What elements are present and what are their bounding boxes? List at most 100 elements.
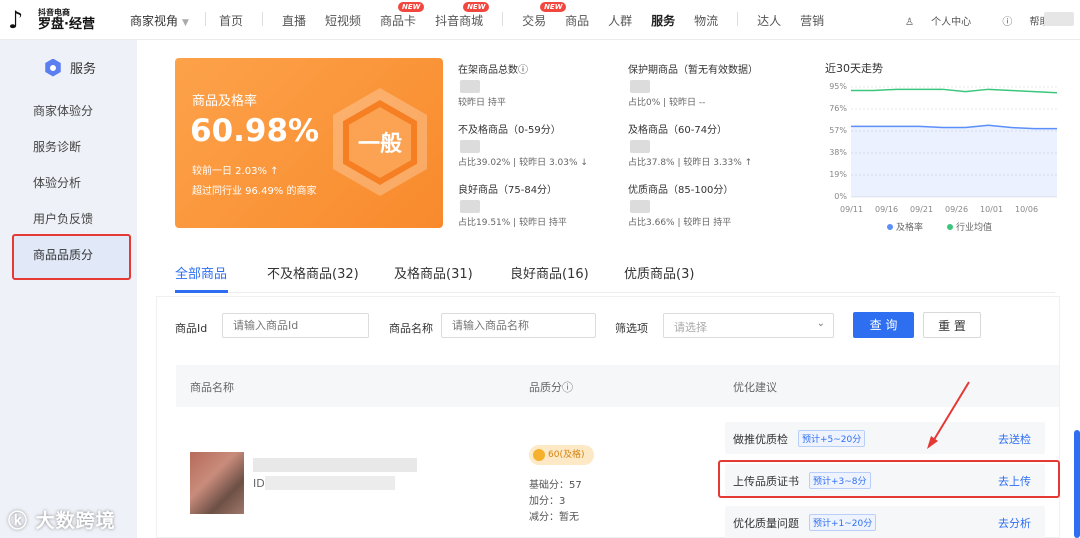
col-suggestions: 优化建议 [733,381,777,394]
series-area [851,125,1057,197]
blurred-value [460,140,480,153]
sidebar-item-product-quality-score[interactable]: 商品品质分 [12,234,131,280]
estimate-tag: 预计+1~20分 [809,514,877,531]
query-button[interactable]: 查 询 [853,312,914,338]
smile-icon [533,448,545,461]
pass-rate-title: 商品及格率 [192,94,258,109]
sidebar: 服务 商家体验分 服务诊断 体验分析 用户负反馈 商品品质分 [0,40,137,538]
quality-score-badge: 60(及格) [529,445,595,465]
main-content: 商品及格率 60.98% 较前一日 2.03% ↑ 超过同行业 96.49% 的… [137,40,1080,538]
highlight-box [718,460,1060,498]
watermark: ⓚ 大数跨境 [8,510,116,532]
tab-good[interactable]: 良好商品(16) [510,263,589,282]
product-tabs: 全部商品 不及格商品(32) 及格商品(31) 良好商品(16) 优质商品(3) [175,260,1055,293]
nav-logistics[interactable]: 物流 [694,12,718,29]
info-icon: ⓘ [1002,17,1013,28]
x-tick: 09/26 [945,205,969,214]
suggestion-text: 优化质量问题 [733,517,799,530]
pass-rate-change: 较前一日 2.03% ↑ [192,166,279,177]
nav-product-card[interactable]: 商品卡 NEW [380,2,425,29]
series-line-industry-avg [851,88,1058,94]
blurred-value [630,140,650,153]
personal-center-link[interactable]: ♙ 个人中心 [905,17,985,28]
tab-excellent[interactable]: 优质商品(3) [624,263,694,282]
nav-service[interactable]: 服务 [651,12,675,29]
account-name-blurred[interactable] [1044,12,1074,26]
logo-small-text: 抖音电商 [38,8,70,17]
product-name-input[interactable] [441,313,596,338]
scrollbar[interactable] [1074,430,1080,538]
sidebar-item-experience-score[interactable]: 商家体验分 [33,102,93,119]
bonus-score: 加分：3 [529,496,566,507]
nav-audience[interactable]: 人群 [608,12,632,29]
main-nav: 首页 直播 短视频 商品卡 NEW 抖音商城 NEW 交易 NEW 商品 人群 服务 … [219,2,843,29]
caret-down-icon: ▼ [182,18,189,28]
nav-live[interactable]: 直播 [282,12,306,29]
filter-select[interactable]: 请选择 ⌄ [663,313,834,338]
perspective-dropdown[interactable]: 商家视角 ▼ [130,12,189,29]
tab-all[interactable]: 全部商品 [175,263,227,282]
product-name-label: 商品名称 [389,322,433,335]
level-label: 一般 [357,132,402,157]
legend-industry-avg[interactable]: 行业均值 [947,220,992,233]
divider [205,12,206,26]
douyin-icon: ♪ [8,6,24,34]
stat-good: 良好商品（75-84分） 占比19.51% | 较昨日 持平 [458,185,567,228]
product-thumbnail[interactable] [190,452,244,514]
deduction-score: 减分：暂无 [529,512,579,523]
pass-rate-card: 商品及格率 60.98% 较前一日 2.03% ↑ 超过同行业 96.49% 的… [175,58,443,228]
nav-mall[interactable]: 抖音商城 NEW [435,2,490,29]
perspective-label: 商家视角 [130,14,179,28]
sidebar-item-service-diagnosis[interactable]: 服务诊断 [33,138,81,155]
x-tick: 09/16 [875,205,899,214]
new-badge: NEW [540,2,567,12]
pass-rate-value: 60.98% [190,113,320,149]
product-id-blurred [265,476,395,490]
tab-passed[interactable]: 及格商品(31) [394,263,473,282]
new-badge: NEW [398,2,425,12]
x-tick: 10/06 [1015,205,1039,214]
x-tick: 09/11 [840,205,864,214]
sidebar-item-negative-feedback[interactable]: 用户负反馈 [33,210,93,227]
estimate-tag: 预计+5~20分 [798,430,866,447]
nav-marketing[interactable]: 营销 [800,12,824,29]
stat-failed: 不及格商品（0-59分） 占比39.02% | 较昨日 3.03% ↓ [458,125,588,168]
reset-button[interactable]: 重 置 [923,312,981,338]
suggestion-row: 优化质量问题 预计+1~20分 去分析 [725,506,1045,538]
legend-pass-rate[interactable]: 及格率 [887,220,923,233]
analyze-link[interactable]: 去分析 [998,515,1031,531]
service-hexagon-icon [45,58,61,77]
top-bar: ♪ 抖音电商 罗盘·经营 商家视角 ▼ 首页 直播 短视频 商品卡 NEW 抖音商城… [0,0,1080,40]
blurred-value [460,200,480,213]
x-tick: 09/21 [910,205,934,214]
nav-short-video[interactable]: 短视频 [325,12,361,29]
table-header: 商品名称 品质分ⓘ 优化建议 [176,365,1059,407]
trend-chart: 近30天走势 95% 76% 57% 38% 19% 0% 09/11 09/1… [825,60,1065,240]
chart-plot [851,86,1058,198]
base-score: 基础分：57 [529,480,582,491]
product-name-blurred[interactable] [253,458,417,472]
nav-creators[interactable]: 达人 [757,12,781,29]
x-tick: 10/01 [980,205,1004,214]
stat-total: 在架商品总数ⓘ 较昨日 持平 [458,65,528,108]
industry-comparison: 超过同行业 96.49% 的商家 [192,186,317,197]
product-id-label: 商品Id [175,322,208,335]
tab-failed[interactable]: 不及格商品(32) [267,263,359,282]
nav-home[interactable]: 首页 [219,12,243,29]
nav-trade[interactable]: 交易 NEW [522,2,567,29]
logo-main-text: 罗盘·经营 [38,17,95,32]
filter-label: 筛选项 [615,322,648,335]
send-inspection-link[interactable]: 去送检 [998,431,1031,447]
sidebar-item-experience-analysis[interactable]: 体验分析 [33,174,81,191]
stat-passed: 及格商品（60-74分） 占比37.8% | 较昨日 3.33% ↑ [628,125,753,168]
suggestion-text: 做推优质检 [733,433,788,446]
stat-protected: 保护期商品（暂无有效数据） 占比0% | 较昨日 -- [628,65,758,108]
col-quality-score[interactable]: 品质分ⓘ [529,379,573,395]
active-tab-indicator [175,290,228,293]
douyin-compass-logo[interactable]: ♪ 抖音电商 罗盘·经营 [6,6,106,34]
suggestion-row: 做推优质检 预计+5~20分 去送检 [725,422,1045,454]
nav-product[interactable]: 商品 [565,12,589,29]
new-badge: NEW [463,2,490,12]
blurred-value [460,80,480,93]
product-id-input[interactable] [222,313,369,338]
